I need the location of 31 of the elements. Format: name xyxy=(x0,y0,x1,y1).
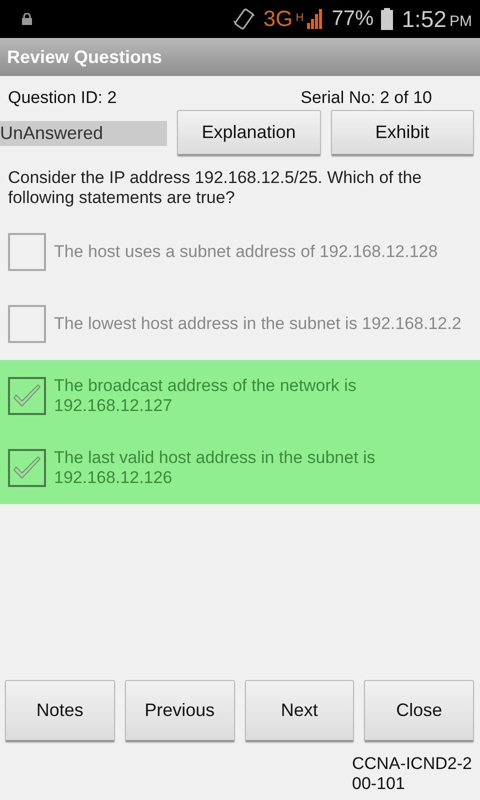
lock-icon xyxy=(22,13,32,25)
checkbox[interactable] xyxy=(8,377,46,415)
nav-button[interactable]: Next xyxy=(244,680,354,742)
network-subtype: H xyxy=(296,12,304,24)
clock: 1:52 xyxy=(402,6,446,32)
checkbox[interactable] xyxy=(8,233,46,271)
option-text: The broadcast address of the network is 192.168.12.127 xyxy=(54,376,358,416)
clock-suffix: PM xyxy=(450,13,472,30)
network-type: 3G xyxy=(263,6,293,32)
battery-icon xyxy=(380,8,393,30)
checkbox[interactable] xyxy=(8,305,46,343)
battery-percent: 77% xyxy=(332,7,374,31)
checkbox[interactable] xyxy=(8,449,46,487)
serial-number: Serial No: 2 of 10 xyxy=(300,88,432,108)
screen-title: Review Questions xyxy=(7,46,162,68)
option-text: The host uses a subnet address of 192.168.12.128 xyxy=(54,242,438,262)
answer-status: UnAnswered xyxy=(0,120,168,146)
signal-icon xyxy=(306,9,323,29)
nav-button[interactable]: Close xyxy=(364,680,474,742)
question-id: Question ID: 2 xyxy=(8,88,117,108)
nav-button[interactable]: Previous xyxy=(124,680,234,742)
check-icon xyxy=(12,384,42,408)
nav-button[interactable]: Notes xyxy=(5,680,115,742)
question-text: Consider the IP address 192.168.12.5/25. Which of the following statements are true? xyxy=(7,167,423,208)
option-text: The last valid host address in the subnet is 192.168.12.126 xyxy=(54,448,376,488)
action-button[interactable]: Explanation xyxy=(177,110,321,156)
option-text: The lowest host address in the subnet is 192.168.12.2 xyxy=(54,314,462,334)
vibrate-phone-icon xyxy=(232,7,256,31)
action-button[interactable]: Exhibit xyxy=(330,110,474,156)
check-icon xyxy=(12,456,42,480)
exam-code: CCNA-ICND2-200-101 xyxy=(352,754,473,795)
